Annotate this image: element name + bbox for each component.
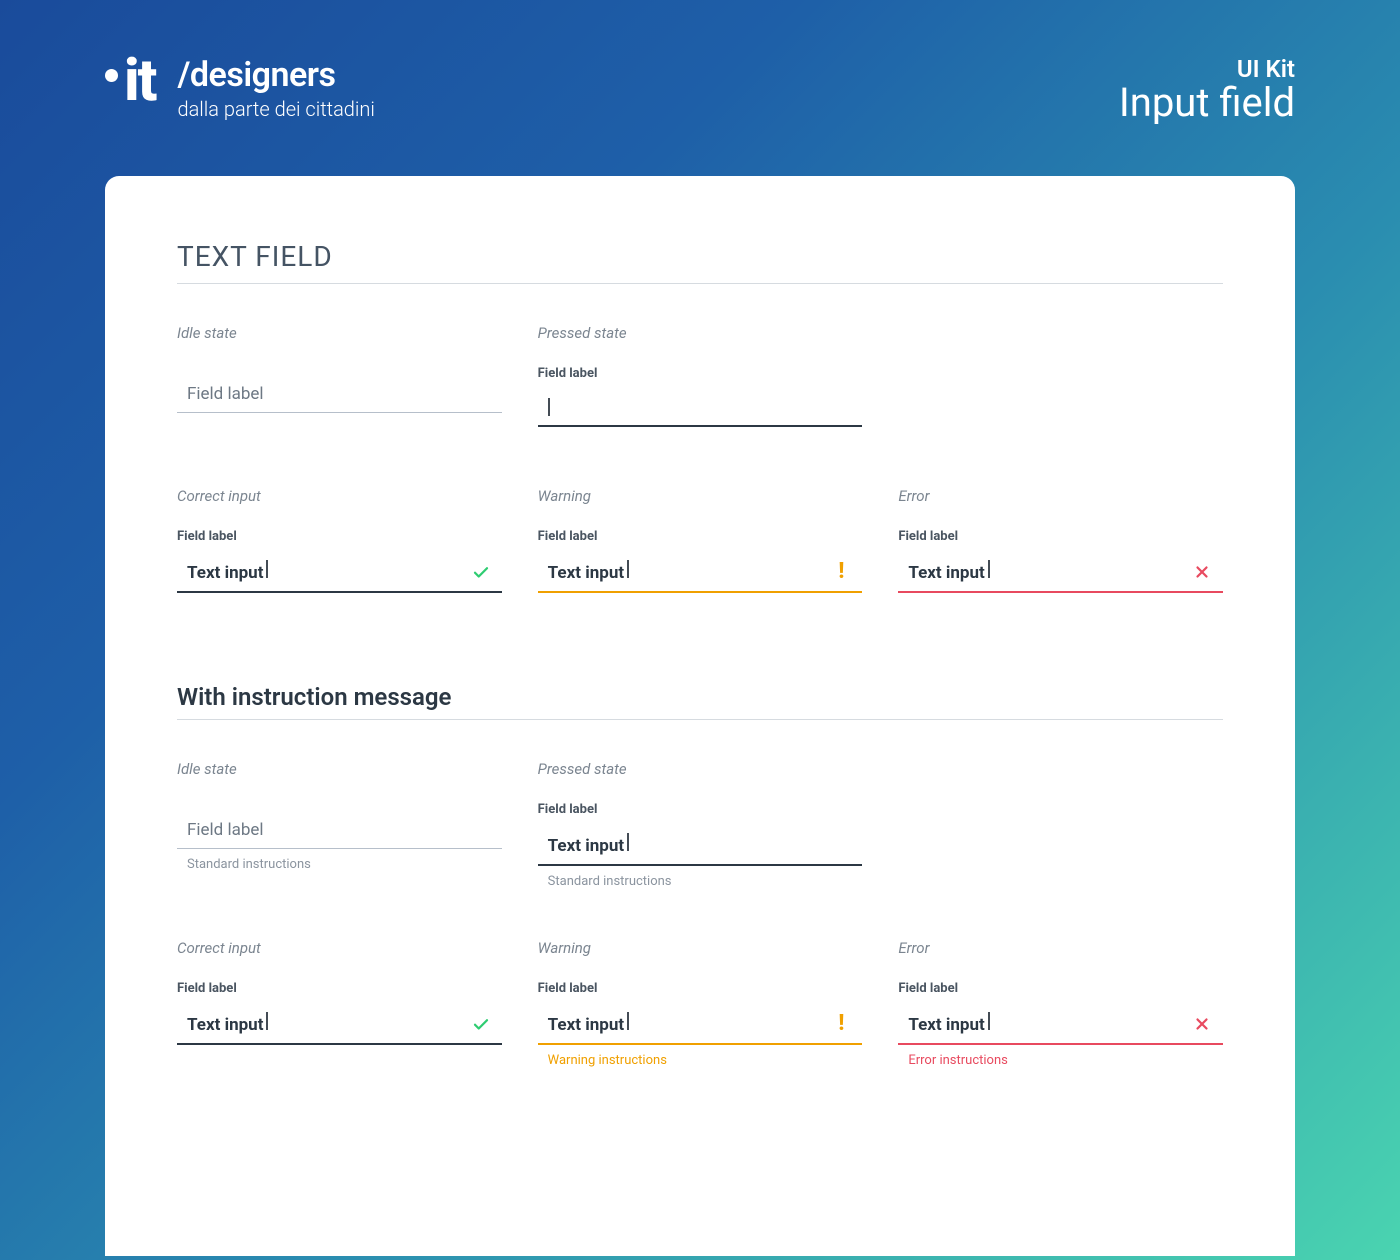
input-value: Text input xyxy=(548,833,629,856)
field-label: Field label xyxy=(538,366,863,381)
close-icon xyxy=(1193,563,1211,581)
cursor-icon xyxy=(627,833,629,851)
cell-pressed: Pressed state Field label xyxy=(538,324,863,427)
state-label: Correct input xyxy=(177,487,502,505)
text-field-correct[interactable]: Field label Text input xyxy=(177,529,502,593)
cursor-icon xyxy=(266,560,268,578)
close-icon xyxy=(1193,1015,1211,1033)
cursor-icon xyxy=(266,1012,268,1030)
input-area[interactable]: Text input xyxy=(177,1006,502,1045)
input-area[interactable]: Text input xyxy=(898,554,1223,593)
field-label: Field label xyxy=(177,981,502,996)
row-basic-2: Correct input Field label Text input War… xyxy=(177,487,1223,593)
cell-error: Error Field label Text input xyxy=(898,487,1223,593)
instruction-text: Standard instructions xyxy=(538,874,863,889)
kit-big: Input field xyxy=(1119,79,1295,126)
input-area[interactable] xyxy=(538,391,863,427)
exclamation-icon: ! xyxy=(832,563,850,581)
cell-empty xyxy=(898,324,1223,427)
state-label: Idle state xyxy=(177,324,502,342)
field-label: Field label xyxy=(538,981,863,996)
input-area[interactable]: Text input ! xyxy=(538,1006,863,1045)
input-area[interactable]: Field label xyxy=(177,802,502,849)
text-field-correct[interactable]: Field label Text input xyxy=(177,981,502,1045)
cell-warning-instr: Warning Field label Text input ! Warning… xyxy=(538,939,863,1068)
row-basic-1: Idle state Field label Pressed state Fie… xyxy=(177,324,1223,427)
state-label: Idle state xyxy=(177,760,502,778)
text-field-pressed[interactable]: Field label Text input xyxy=(538,802,863,866)
input-value: Text input xyxy=(548,1012,629,1035)
input-value: Text input xyxy=(548,560,629,583)
brand-text: /designers dalla parte dei cittadini xyxy=(177,55,374,121)
field-label: Field label xyxy=(177,529,502,544)
brand-subtitle: dalla parte dei cittadini xyxy=(177,97,374,121)
logo: it xyxy=(105,55,155,107)
field-label: Field label xyxy=(898,981,1223,996)
input-value: Text input xyxy=(187,1012,268,1035)
brand: it /designers dalla parte dei cittadini xyxy=(105,55,375,121)
instruction-text: Error instructions xyxy=(898,1053,1223,1068)
state-label: Warning xyxy=(538,487,863,505)
instruction-text: Warning instructions xyxy=(538,1053,863,1068)
state-label: Warning xyxy=(538,939,863,957)
section-title-text-field: TEXT FIELD xyxy=(177,240,1223,284)
input-area[interactable]: Text input xyxy=(177,554,502,593)
field-label: Field label xyxy=(187,384,264,404)
row-instruction-2: Correct input Field label Text input War… xyxy=(177,939,1223,1068)
check-icon xyxy=(472,1015,490,1033)
cursor-icon xyxy=(627,560,629,578)
logo-text: it xyxy=(124,55,155,107)
input-area[interactable]: Text input ! xyxy=(538,554,863,593)
kit-label: UI Kit Input field xyxy=(1119,55,1295,126)
cell-idle: Idle state Field label xyxy=(177,324,502,427)
input-value xyxy=(548,398,550,416)
cell-warning: Warning Field label Text input ! xyxy=(538,487,863,593)
input-area[interactable]: Field label xyxy=(177,366,502,413)
instruction-text: Standard instructions xyxy=(177,857,502,872)
text-field-error[interactable]: Field label Text input xyxy=(898,529,1223,593)
input-value: Text input xyxy=(908,560,989,583)
text-field-pressed[interactable]: Field label xyxy=(538,366,863,427)
input-value: Text input xyxy=(187,560,268,583)
state-label: Correct input xyxy=(177,939,502,957)
dot-icon xyxy=(105,69,118,82)
spec-card: TEXT FIELD Idle state Field label Presse… xyxy=(105,176,1295,1256)
cursor-icon xyxy=(548,398,550,416)
page-header: it /designers dalla parte dei cittadini … xyxy=(0,0,1400,126)
text-field-idle[interactable]: Field label xyxy=(177,366,502,413)
row-instruction-1: Idle state Field label Standard instruct… xyxy=(177,760,1223,889)
field-label: Field label xyxy=(187,820,264,840)
state-label: Pressed state xyxy=(538,324,863,342)
cursor-icon xyxy=(988,1012,990,1030)
cell-correct-instr: Correct input Field label Text input xyxy=(177,939,502,1068)
exclamation-icon: ! xyxy=(832,1015,850,1033)
cell-correct: Correct input Field label Text input xyxy=(177,487,502,593)
cell-error-instr: Error Field label Text input Error instr… xyxy=(898,939,1223,1068)
state-label: Error xyxy=(898,487,1223,505)
cursor-icon xyxy=(988,560,990,578)
field-label: Field label xyxy=(538,802,863,817)
cell-empty xyxy=(898,760,1223,889)
cursor-icon xyxy=(627,1012,629,1030)
field-label: Field label xyxy=(538,529,863,544)
cell-idle-instr: Idle state Field label Standard instruct… xyxy=(177,760,502,889)
state-label: Pressed state xyxy=(538,760,863,778)
section-title-with-instruction: With instruction message xyxy=(177,683,1223,720)
field-label: Field label xyxy=(898,529,1223,544)
brand-title: /designers xyxy=(177,55,374,95)
input-area[interactable]: Text input xyxy=(538,827,863,866)
text-field-error[interactable]: Field label Text input xyxy=(898,981,1223,1045)
check-icon xyxy=(472,563,490,581)
input-area[interactable]: Text input xyxy=(898,1006,1223,1045)
text-field-warning[interactable]: Field label Text input ! xyxy=(538,981,863,1045)
text-field-warning[interactable]: Field label Text input ! xyxy=(538,529,863,593)
input-value: Text input xyxy=(908,1012,989,1035)
text-field-idle[interactable]: Field label xyxy=(177,802,502,849)
cell-pressed-instr: Pressed state Field label Text input Sta… xyxy=(538,760,863,889)
state-label: Error xyxy=(898,939,1223,957)
